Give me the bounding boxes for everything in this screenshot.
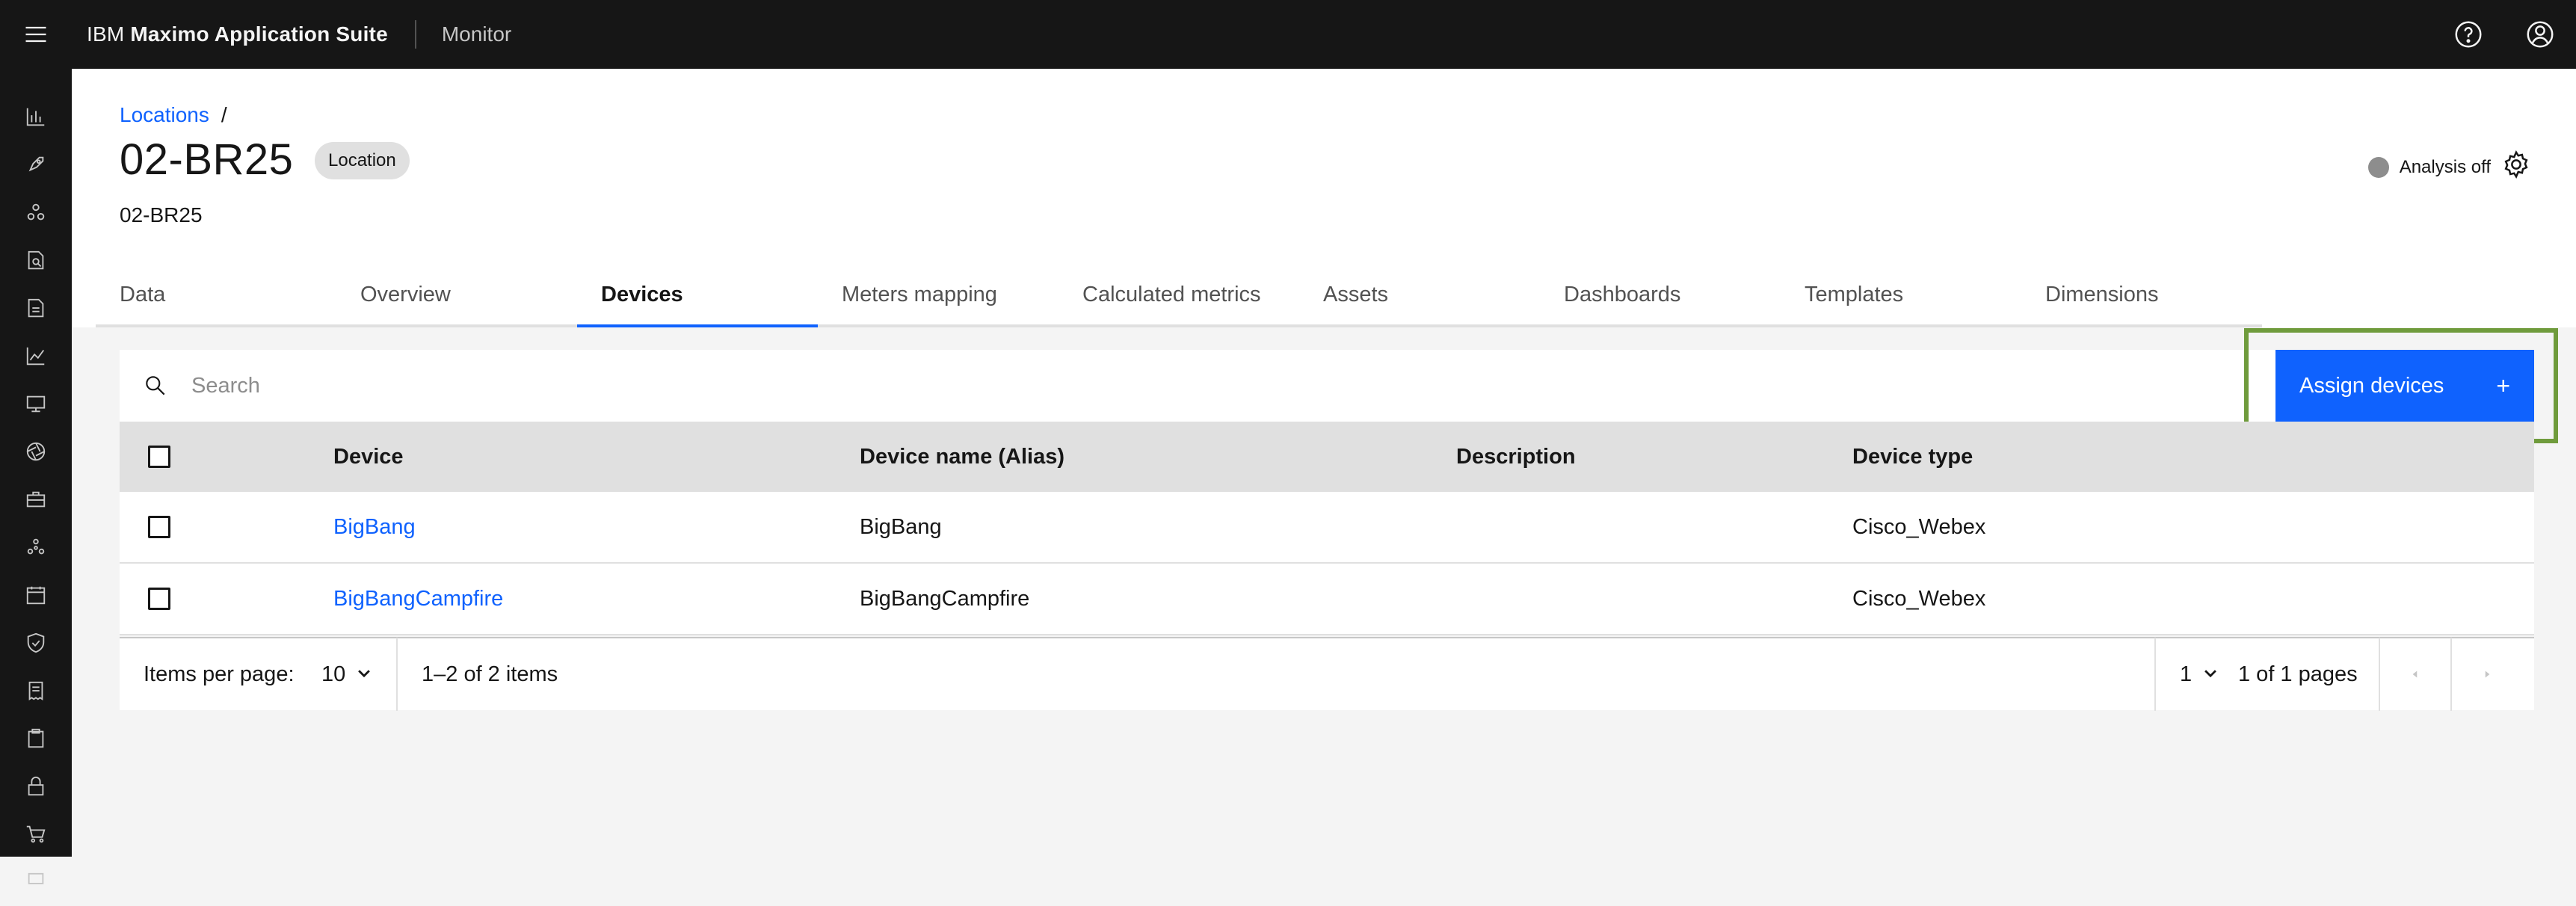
- brand-prefix: IBM: [87, 22, 125, 46]
- items-per-page-label: Items per page:: [144, 662, 295, 686]
- shield-icon[interactable]: [0, 619, 72, 667]
- select-all-checkbox[interactable]: [148, 446, 170, 468]
- page-title: 02-BR25: [120, 135, 294, 184]
- more-icon[interactable]: [0, 858, 72, 906]
- side-rail: [0, 69, 72, 884]
- page-count: 1 of 1 pages: [2238, 662, 2358, 686]
- network-icon[interactable]: [0, 523, 72, 571]
- device-type: Cisco_Webex: [1852, 514, 1986, 539]
- column-header-description[interactable]: Description: [1456, 445, 1852, 469]
- tab-calculated-metrics[interactable]: Calculated metrics: [1059, 265, 1299, 327]
- rocket-icon[interactable]: [0, 141, 72, 188]
- table-row: BigBang BigBang Cisco_Webex: [120, 492, 2534, 564]
- column-header-device-type[interactable]: Device type: [1852, 445, 2525, 469]
- table-toolbar: [120, 350, 2534, 422]
- column-header-alias[interactable]: Device name (Alias): [860, 445, 1456, 469]
- tab-assets[interactable]: Assets: [1299, 265, 1540, 327]
- row-checkbox[interactable]: [148, 588, 170, 610]
- analytics-icon[interactable]: [0, 93, 72, 141]
- devices-table: Device Device name (Alias) Description D…: [120, 422, 2534, 635]
- monitor-icon[interactable]: [0, 380, 72, 428]
- device-alias: BigBangCampfire: [860, 586, 1030, 611]
- items-per-page-value: 10: [321, 662, 346, 686]
- page-value: 1: [2180, 662, 2193, 686]
- report-icon[interactable]: [0, 284, 72, 332]
- previous-page-button[interactable]: [2379, 638, 2450, 711]
- aperture-icon[interactable]: [0, 428, 72, 475]
- page-header: Locations / 02-BR25 Location 02-BR25 Ana…: [72, 69, 2576, 327]
- items-per-page-select[interactable]: 10: [306, 638, 398, 711]
- receipt-icon[interactable]: [0, 667, 72, 715]
- device-link[interactable]: BigBang: [333, 515, 860, 540]
- page-select[interactable]: 1: [2154, 638, 2229, 711]
- top-header: IBM Maximo Application Suite Monitor: [0, 0, 2576, 69]
- cluster-icon[interactable]: [0, 188, 72, 236]
- next-page-button[interactable]: [2450, 638, 2522, 711]
- tab-dimensions[interactable]: Dimensions: [2021, 265, 2262, 327]
- document-search-icon[interactable]: [0, 236, 72, 284]
- tab-list: Data Overview Devices Meters mapping Cal…: [96, 265, 2262, 327]
- breadcrumb-separator: /: [221, 103, 227, 126]
- clipboard-icon[interactable]: [0, 715, 72, 762]
- tab-dashboards[interactable]: Dashboards: [1540, 265, 1781, 327]
- status-dot-icon: [2367, 156, 2389, 178]
- search-input[interactable]: [191, 373, 2135, 398]
- breadcrumb: Locations /: [120, 103, 227, 127]
- cart-icon[interactable]: [0, 810, 72, 858]
- chevron-down-icon: [356, 662, 372, 687]
- table-header: Device Device name (Alias) Description D…: [120, 422, 2534, 492]
- column-header-device[interactable]: Device: [333, 445, 860, 469]
- tab-templates[interactable]: Templates: [1781, 265, 2021, 327]
- toolbox-icon[interactable]: [0, 475, 72, 523]
- caret-right-icon: [2485, 671, 2490, 678]
- row-checkbox[interactable]: [148, 516, 170, 538]
- analysis-status: Analysis off: [2367, 150, 2531, 185]
- pagination: Items per page: 10 1–2 of 2 items 1 1 of…: [120, 637, 2534, 711]
- calendar-icon[interactable]: [0, 571, 72, 619]
- help-icon[interactable]: [2432, 0, 2504, 69]
- device-type: Cisco_Webex: [1852, 586, 1986, 611]
- tab-overview[interactable]: Overview: [336, 265, 577, 327]
- tab-meters-mapping[interactable]: Meters mapping: [818, 265, 1059, 327]
- lock-icon[interactable]: [0, 762, 72, 810]
- header-divider: [414, 20, 416, 49]
- table-row: BigBangCampfire BigBangCampfire Cisco_We…: [120, 564, 2534, 635]
- brand-name: Maximo Application Suite: [130, 22, 388, 46]
- device-alias: BigBang: [860, 514, 942, 539]
- chevron-down-icon: [2202, 662, 2219, 687]
- search-icon: [120, 373, 191, 398]
- location-tag: Location: [315, 142, 410, 179]
- item-range: 1–2 of 2 items: [422, 662, 558, 686]
- caret-left-icon: [2412, 671, 2418, 678]
- line-chart-icon[interactable]: [0, 332, 72, 380]
- tab-data[interactable]: Data: [96, 265, 336, 327]
- analysis-status-label: Analysis off: [2399, 156, 2491, 177]
- breadcrumb-locations-link[interactable]: Locations: [120, 103, 209, 127]
- tab-devices[interactable]: Devices: [577, 265, 818, 327]
- settings-gear-icon[interactable]: [2501, 150, 2531, 185]
- menu-icon[interactable]: [0, 0, 72, 69]
- device-link[interactable]: BigBangCampfire: [333, 587, 860, 611]
- app-brand[interactable]: IBM Maximo Application Suite: [87, 22, 388, 46]
- product-name: Monitor: [441, 22, 512, 46]
- user-avatar-icon[interactable]: [2504, 0, 2576, 69]
- page-subtitle: 02-BR25: [120, 203, 203, 226]
